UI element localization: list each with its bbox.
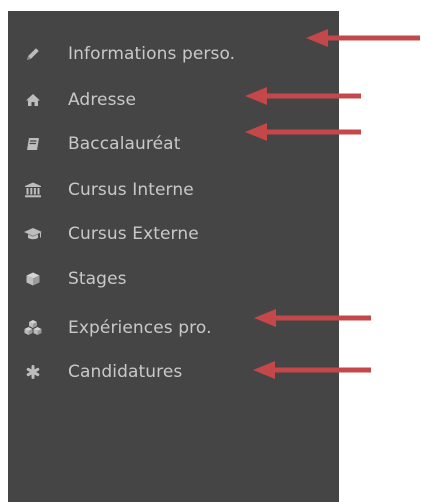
sidebar-item-label: Adresse (68, 90, 137, 110)
sidebar-item-stages[interactable]: Stages (8, 259, 339, 299)
sidebar-item-label: Informations perso. (68, 44, 236, 64)
annotation-arrow-experiences-pro (254, 309, 371, 327)
sidebar-item-informations-perso[interactable]: Informations perso. (8, 34, 339, 74)
sidebar-item-label: Cursus Externe (68, 224, 199, 244)
cubes-icon (22, 317, 44, 339)
home-icon (22, 89, 44, 111)
sidebar-item-label: Expériences pro. (68, 318, 212, 338)
annotation-arrow-baccalaureat (245, 123, 361, 141)
sidebar-item-cursus-externe[interactable]: Cursus Externe (8, 214, 339, 254)
screenshot-stage: Informations perso. Adresse Baccalauréat (0, 0, 421, 502)
sidebar-item-label: Cursus Interne (68, 180, 194, 200)
graduation-cap-icon (22, 223, 44, 245)
institution-icon (22, 179, 44, 201)
pencil-icon (22, 43, 44, 65)
sidebar-item-label: Baccalauréat (68, 134, 181, 154)
annotation-arrow-candidatures (253, 361, 371, 379)
sidebar-item-label: Candidatures (68, 362, 183, 382)
sidebar-nav: Informations perso. Adresse Baccalauréat (8, 11, 339, 502)
annotation-arrow-adresse (245, 87, 361, 105)
cube-icon (22, 268, 44, 290)
book-icon (22, 133, 44, 155)
asterisk-icon (22, 361, 44, 383)
sidebar-item-label: Stages (68, 269, 127, 289)
sidebar-item-cursus-interne[interactable]: Cursus Interne (8, 170, 339, 210)
annotation-arrow-informations-perso (306, 29, 420, 47)
